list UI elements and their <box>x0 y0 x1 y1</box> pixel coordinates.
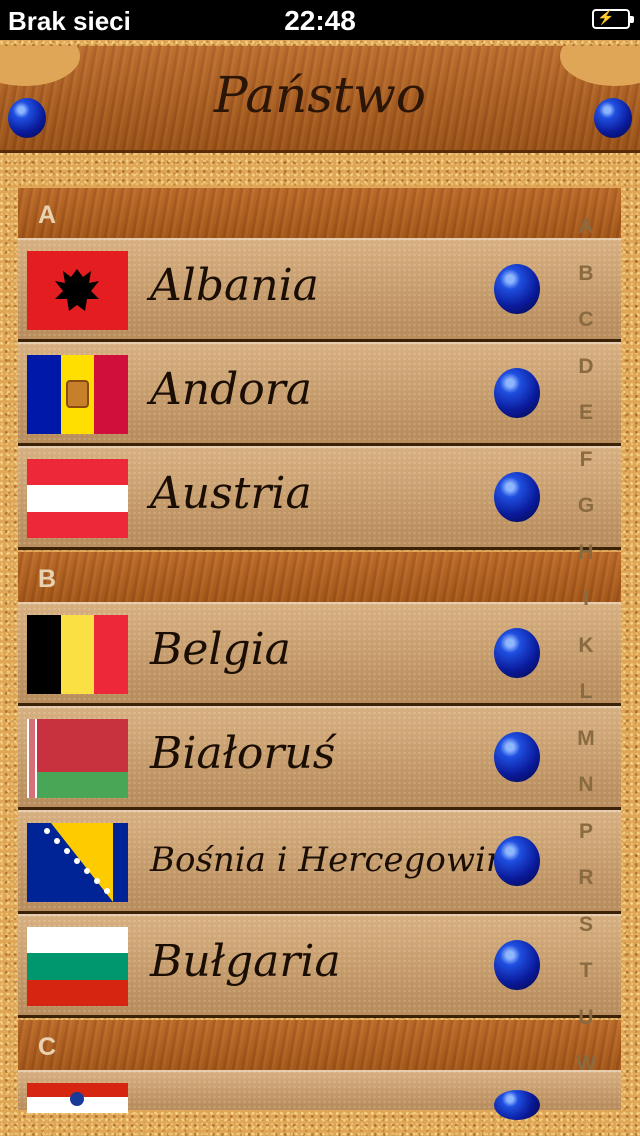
index-letter-h[interactable]: H <box>572 541 600 588</box>
belgium-flag-icon <box>27 615 128 694</box>
clock: 22:48 <box>284 5 356 36</box>
index-letter-l[interactable]: L <box>572 680 600 727</box>
select-ball-icon[interactable] <box>494 940 540 990</box>
index-letter-r[interactable]: R <box>572 866 600 913</box>
index-letter-u[interactable]: U <box>572 1006 600 1053</box>
list-item-belgium[interactable]: Belgia <box>18 602 621 706</box>
select-ball-icon[interactable] <box>494 472 540 522</box>
index-letter-c[interactable]: C <box>572 308 600 355</box>
section-header-b: B <box>18 552 621 602</box>
select-ball-icon[interactable] <box>494 264 540 314</box>
list-item-austria[interactable]: Austria <box>18 446 621 550</box>
select-ball-icon[interactable] <box>494 836 540 886</box>
back-button-ball-icon[interactable] <box>8 98 46 138</box>
list-item-bosnia[interactable]: Bośnia i Hercegowina <box>18 810 621 914</box>
index-letter-t[interactable]: T <box>572 959 600 1006</box>
list-item-partial[interactable] <box>18 1070 621 1120</box>
country-list[interactable]: A Albania Andora Austria B Belgia Białor… <box>18 188 621 1120</box>
index-letter-e[interactable]: E <box>572 401 600 448</box>
index-letter-f[interactable]: F <box>572 448 600 495</box>
select-ball-icon[interactable] <box>494 368 540 418</box>
alphabet-index[interactable]: ABCDEFGHIKLMNPRSTUW <box>572 215 600 1099</box>
index-letter-w[interactable]: W <box>572 1052 600 1099</box>
select-ball-icon[interactable] <box>494 1090 540 1120</box>
select-ball-icon[interactable] <box>494 628 540 678</box>
menu-button-ball-icon[interactable] <box>594 98 632 138</box>
list-item-albania[interactable]: Albania <box>18 238 621 342</box>
belarus-flag-icon <box>27 719 128 798</box>
country-name: Belgia <box>150 624 291 675</box>
battery-charging-icon: ⚡ <box>592 9 634 29</box>
bulgaria-flag-icon <box>27 927 128 1006</box>
country-name: Albania <box>150 260 319 311</box>
index-letter-i[interactable]: I <box>572 587 600 634</box>
index-letter-a[interactable]: A <box>572 215 600 262</box>
index-letter-m[interactable]: M <box>572 727 600 774</box>
list-item-andorra[interactable]: Andora <box>18 342 621 446</box>
bosnia-flag-icon <box>27 823 128 902</box>
country-name: Austria <box>150 468 312 519</box>
page-title: Państwo <box>213 66 427 124</box>
status-bar: Brak sieci 22:48 ⚡ <box>0 0 640 40</box>
section-header-c: C <box>18 1020 621 1070</box>
select-ball-icon[interactable] <box>494 732 540 782</box>
austria-flag-icon <box>27 459 128 538</box>
nav-header: Państwo <box>0 46 640 153</box>
country-name: Białoruś <box>150 728 336 779</box>
country-name: Bułgaria <box>150 936 341 987</box>
andorra-flag-icon <box>27 355 128 434</box>
index-letter-n[interactable]: N <box>572 773 600 820</box>
list-item-belarus[interactable]: Białoruś <box>18 706 621 810</box>
albania-flag-icon <box>27 251 128 330</box>
country-name: Bośnia i Hercegowina <box>150 840 529 880</box>
partial-flag-icon <box>27 1083 128 1113</box>
index-letter-k[interactable]: K <box>572 634 600 681</box>
list-item-bulgaria[interactable]: Bułgaria <box>18 914 621 1018</box>
index-letter-d[interactable]: D <box>572 355 600 402</box>
country-name: Andora <box>150 364 313 415</box>
index-letter-s[interactable]: S <box>572 913 600 960</box>
index-letter-g[interactable]: G <box>572 494 600 541</box>
section-header-a: A <box>18 188 621 238</box>
index-letter-p[interactable]: P <box>572 820 600 867</box>
index-letter-b[interactable]: B <box>572 262 600 309</box>
